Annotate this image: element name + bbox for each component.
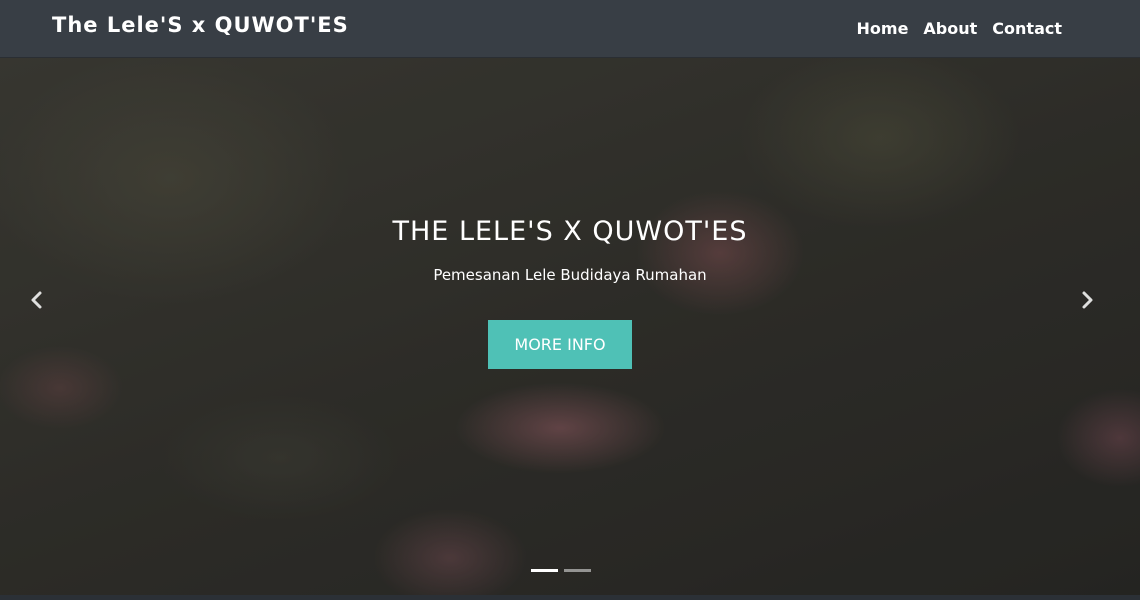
brand-logo[interactable]: The Lele'S x QUWOT'ES <box>52 13 349 37</box>
hero-subtitle: Pemesanan Lele Budidaya Rumahan <box>433 266 707 284</box>
chevron-right-icon <box>1082 291 1093 309</box>
nav-links: Home About Contact <box>857 19 1062 38</box>
more-info-button[interactable]: MORE INFO <box>488 320 632 369</box>
carousel-indicators <box>531 569 591 572</box>
carousel-next-button[interactable] <box>1072 285 1102 315</box>
nav-link-home[interactable]: Home <box>857 19 909 38</box>
page-bottom-edge <box>0 595 1140 600</box>
carousel-prev-button[interactable] <box>22 285 52 315</box>
navbar: The Lele'S x QUWOT'ES Home About Contact <box>0 0 1140 58</box>
carousel-indicator-1[interactable] <box>531 569 558 572</box>
carousel-indicator-2[interactable] <box>564 569 591 572</box>
chevron-left-icon <box>31 291 42 309</box>
nav-link-about[interactable]: About <box>923 19 977 38</box>
hero-carousel: THE LELE'S X QUWOT'ES Pemesanan Lele Bud… <box>0 58 1140 595</box>
nav-link-contact[interactable]: Contact <box>992 19 1062 38</box>
hero-title: THE LELE'S X QUWOT'ES <box>392 216 748 247</box>
